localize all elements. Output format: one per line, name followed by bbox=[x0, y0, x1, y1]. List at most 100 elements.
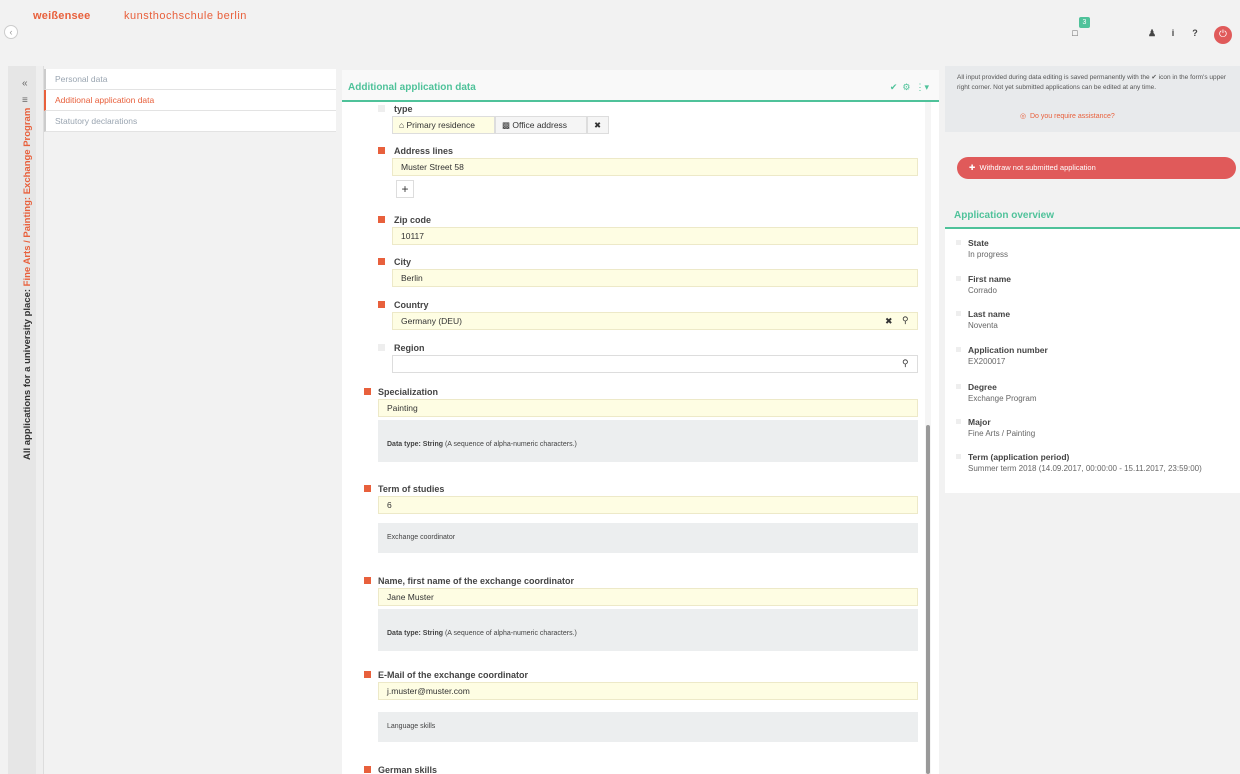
field-marker bbox=[378, 344, 385, 351]
coordinator-name-input[interactable]: Jane Muster bbox=[378, 588, 918, 606]
type-office-address-button[interactable]: ▩ Office address bbox=[495, 116, 587, 134]
clear-country-icon[interactable]: ✖ bbox=[885, 316, 893, 327]
country-label: Country bbox=[394, 300, 429, 310]
overview-lastname-label: Last name bbox=[968, 309, 1011, 319]
back-icon[interactable]: ‹ bbox=[4, 25, 18, 39]
withdraw-label: Withdraw not submitted application bbox=[979, 163, 1096, 172]
save-info-text: All input provided during data editing i… bbox=[957, 74, 1227, 91]
save-check-icon[interactable]: ✔ bbox=[890, 82, 898, 92]
logo-kunsthochschule[interactable]: kunsthochschule berlin bbox=[124, 10, 247, 22]
field-marker bbox=[378, 105, 385, 112]
nav-item-personal-data[interactable]: Personal data bbox=[44, 69, 336, 90]
scrollbar-thumb[interactable] bbox=[926, 425, 930, 774]
withdraw-application-button[interactable]: ✚ Withdraw not submitted application bbox=[957, 157, 1236, 179]
office-address-label: Office address bbox=[512, 120, 568, 130]
help-icon[interactable]: ? bbox=[1188, 26, 1202, 40]
required-marker bbox=[364, 388, 371, 395]
coordinator-email-label: E-Mail of the exchange coordinator bbox=[378, 670, 529, 680]
assistance-label: Do you require assistance? bbox=[1030, 113, 1115, 120]
overview-marker bbox=[956, 240, 961, 245]
term-label: Term of studies bbox=[378, 484, 445, 494]
required-marker bbox=[364, 766, 371, 773]
country-input[interactable]: Germany (DEU) bbox=[392, 312, 918, 330]
application-overview: State In progress First name Corrado Las… bbox=[945, 229, 1240, 493]
city-label: City bbox=[394, 257, 412, 267]
assistance-link[interactable]: ◎ Do you require assistance? bbox=[1020, 112, 1115, 120]
strip-divider bbox=[36, 66, 44, 774]
section-nav: Personal data Additional application dat… bbox=[44, 69, 336, 132]
specialization-input[interactable]: Painting bbox=[378, 399, 918, 417]
required-marker bbox=[378, 258, 385, 265]
overview-marker bbox=[956, 276, 961, 281]
menu-icon[interactable]: ≡ bbox=[22, 95, 28, 106]
overview-state-value: In progress bbox=[968, 250, 1009, 259]
add-address-line-button[interactable]: + bbox=[396, 180, 414, 198]
address-label: Address lines bbox=[394, 146, 454, 156]
search-region-icon[interactable]: ⚲ bbox=[902, 358, 909, 369]
overview-marker bbox=[956, 347, 961, 352]
overview-degree-value: Exchange Program bbox=[968, 394, 1037, 403]
more-options-icon[interactable]: ⋮▾ bbox=[915, 82, 929, 92]
info-icon[interactable]: i bbox=[1166, 26, 1180, 40]
nav-item-statutory-declarations[interactable]: Statutory declarations bbox=[44, 111, 336, 132]
coordinator-email-input[interactable]: j.muster@muster.com bbox=[378, 682, 918, 700]
primary-residence-label: Primary residence bbox=[406, 120, 476, 130]
hint-datatype: Data type: String bbox=[387, 630, 444, 637]
overview-firstname-value: Corrado bbox=[968, 286, 997, 295]
required-marker bbox=[378, 216, 385, 223]
overview-marker bbox=[956, 384, 961, 389]
overview-term-value: Summer term 2018 (14.09.2017, 00:00:00 -… bbox=[968, 464, 1202, 473]
search-country-icon[interactable]: ⚲ bbox=[902, 315, 909, 326]
logout-power-icon[interactable]: ⏻ bbox=[1214, 26, 1232, 44]
overview-appnumber-value: EX200017 bbox=[968, 357, 1006, 366]
hint-datatype: Data type: String bbox=[387, 441, 444, 448]
settings-icon[interactable]: ⚙ bbox=[902, 82, 910, 92]
form-title: Additional application data bbox=[348, 82, 476, 93]
overview-degree-label: Degree bbox=[968, 382, 997, 392]
form-scroll-area: type ⌂ Primary residence ▩ Office addres… bbox=[342, 102, 922, 774]
logo-weissensee[interactable]: weißensee bbox=[33, 10, 90, 22]
german-skills-label: German skills bbox=[378, 765, 438, 774]
required-marker bbox=[364, 485, 371, 492]
form-actions: ✔ ⚙ ⋮▾ bbox=[890, 82, 929, 93]
address-input[interactable]: Muster Street 58 bbox=[392, 158, 918, 176]
required-marker bbox=[364, 671, 371, 678]
zip-label: Zip code bbox=[394, 215, 432, 225]
term-input[interactable]: 6 bbox=[378, 496, 918, 514]
main-form-panel: Additional application data ✔ ⚙ ⋮▾ type … bbox=[342, 70, 939, 774]
notification-icon[interactable]: □ bbox=[1068, 26, 1082, 40]
exchange-coordinator-section: Exchange coordinator bbox=[378, 523, 918, 553]
overview-marker bbox=[956, 419, 961, 424]
city-input[interactable]: Berlin bbox=[392, 269, 918, 287]
region-input[interactable] bbox=[392, 355, 918, 373]
specialization-label: Specialization bbox=[378, 387, 439, 397]
app-header: ‹ weißensee kunsthochschule berlin □ 3 ♟… bbox=[0, 0, 1240, 66]
hint-desc: (A sequence of alpha-numeric characters.… bbox=[443, 441, 577, 448]
specialization-hint: Data type: String (A sequence of alpha-n… bbox=[378, 420, 918, 462]
required-marker bbox=[378, 147, 385, 154]
overview-marker bbox=[956, 454, 961, 459]
hint-desc: (A sequence of alpha-numeric characters.… bbox=[443, 630, 577, 637]
type-label: type bbox=[394, 104, 413, 114]
type-clear-button[interactable]: ✖ bbox=[587, 116, 609, 134]
coordinator-name-label: Name, first name of the exchange coordin… bbox=[378, 576, 575, 586]
zip-input[interactable]: 10117 bbox=[392, 227, 918, 245]
collapse-icon[interactable]: « bbox=[22, 78, 28, 89]
overview-state-label: State bbox=[968, 238, 989, 248]
type-primary-residence-button[interactable]: ⌂ Primary residence bbox=[392, 116, 495, 134]
overview-major-value: Fine Arts / Painting bbox=[968, 429, 1036, 438]
building-icon: ▩ bbox=[502, 120, 511, 130]
vertical-highlight: Fine Arts / Painting: Exchange Program bbox=[22, 107, 33, 287]
user-icon[interactable]: ♟ bbox=[1145, 26, 1159, 40]
overview-appnumber-label: Application number bbox=[968, 345, 1048, 355]
overview-major-label: Major bbox=[968, 417, 991, 427]
home-icon: ⌂ bbox=[399, 120, 405, 130]
region-label: Region bbox=[394, 343, 425, 353]
overview-title: Application overview bbox=[954, 210, 1055, 221]
coordinator-name-hint: Data type: String (A sequence of alpha-n… bbox=[378, 609, 918, 651]
lightbulb-icon: ◎ bbox=[1020, 113, 1027, 120]
notification-badge: 3 bbox=[1079, 17, 1090, 28]
nav-item-additional-data[interactable]: Additional application data bbox=[44, 90, 336, 111]
language-skills-section: Language skills bbox=[378, 712, 918, 742]
vertical-prefix: All applications for a university place: bbox=[22, 286, 33, 460]
